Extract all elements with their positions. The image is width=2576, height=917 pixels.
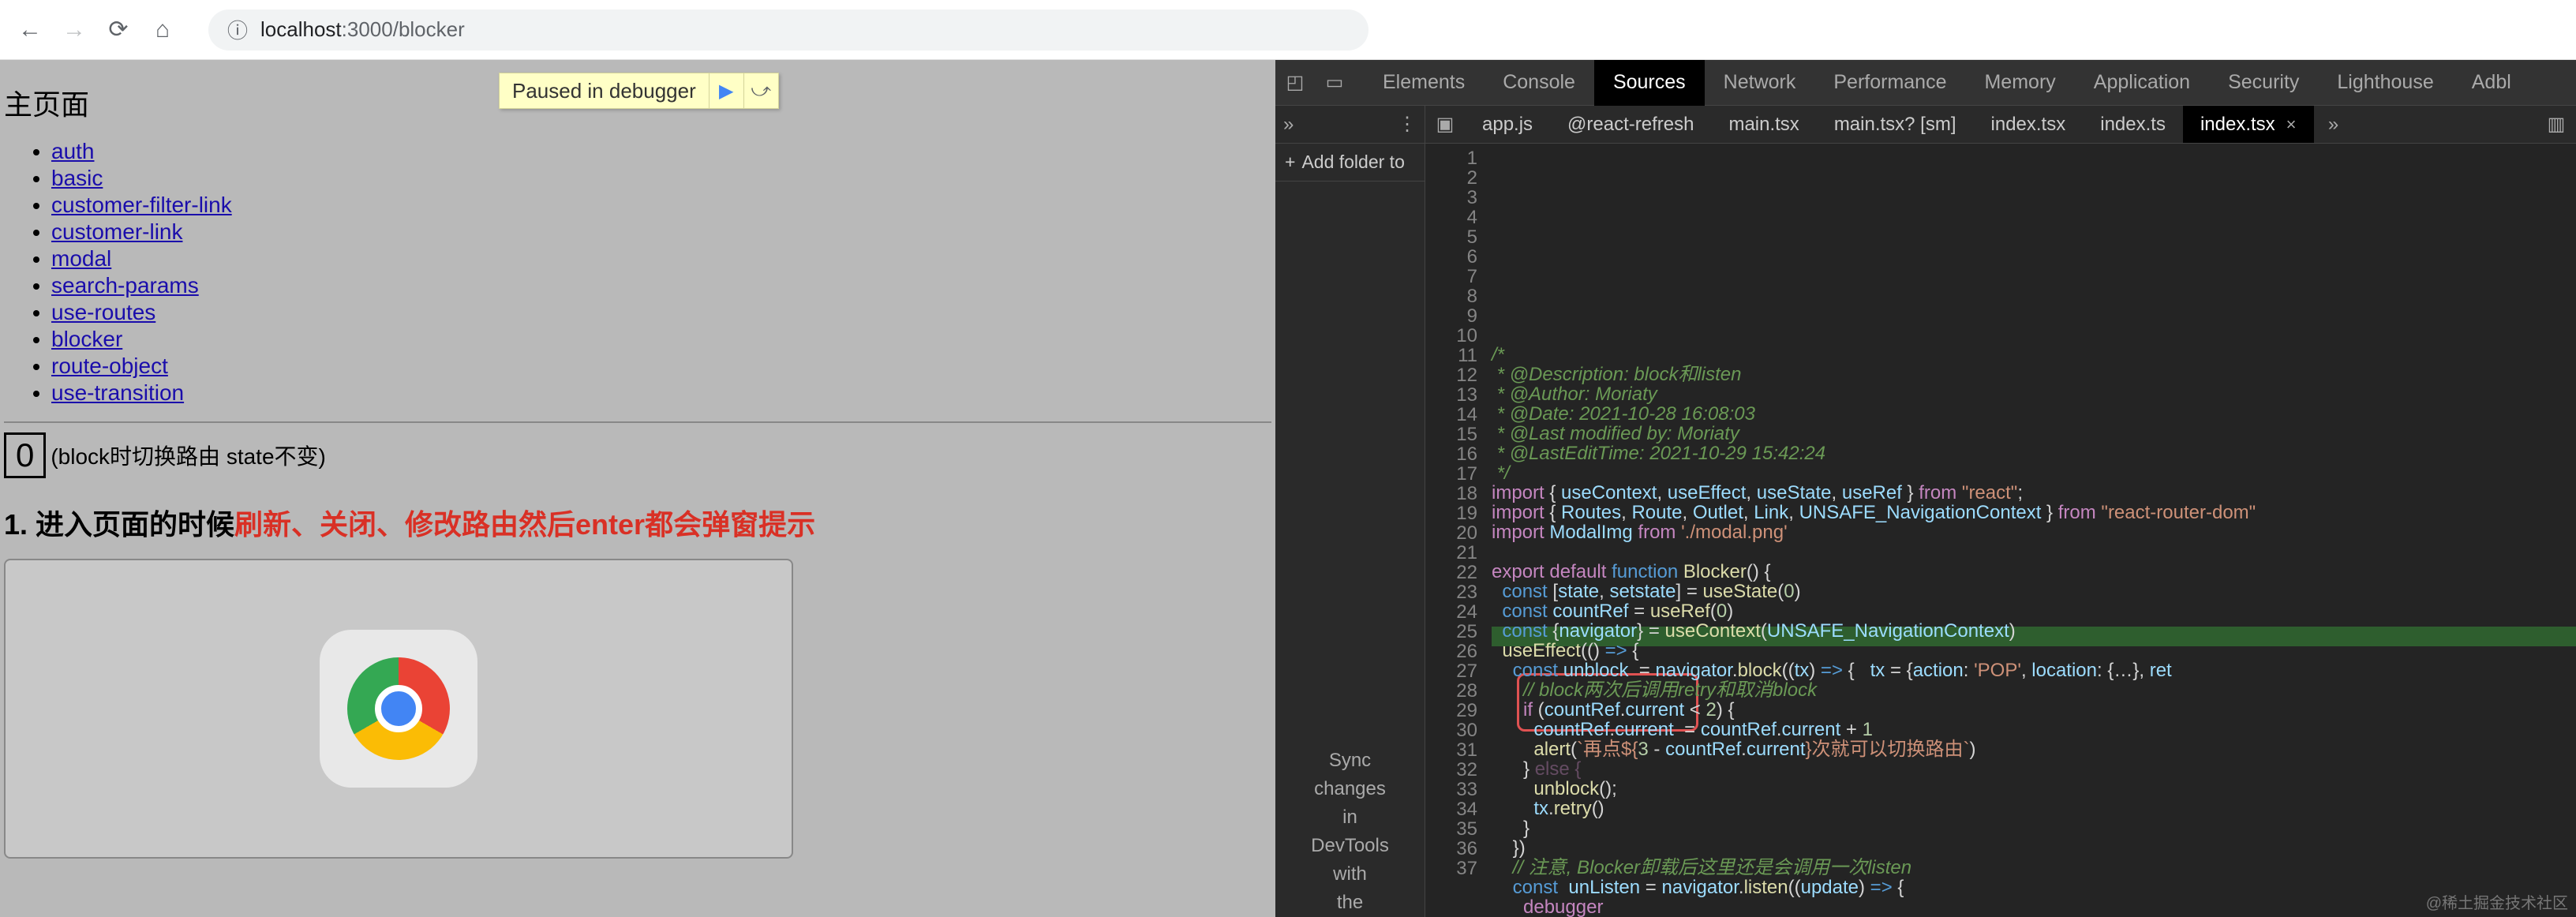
nav-link[interactable]: customer-filter-link [51, 193, 232, 217]
nav-link-item: customer-link [51, 219, 1271, 245]
paused-label: Paused in debugger [500, 79, 709, 103]
more-options-icon[interactable]: ⋮ [1398, 113, 1417, 136]
devtools-tabs: ◰ ▭ ElementsConsoleSourcesNetworkPerform… [1275, 60, 2576, 106]
file-tab[interactable]: main.tsx [1711, 106, 1816, 144]
section-heading-1: 1. 进入页面的时候刷新、关闭、修改路由然后enter都会弹窗提示 [4, 502, 1271, 543]
devtools-tab-performance[interactable]: Performance [1814, 60, 1965, 106]
file-tab[interactable]: @react-refresh [1550, 106, 1711, 144]
close-tab-icon[interactable]: × [2286, 114, 2297, 135]
browser-toolbar: ← → ⟳ ⌂ ⓘ localhost:3000/blocker [0, 0, 2576, 60]
resume-button[interactable]: ▶ [709, 73, 743, 108]
code-editor[interactable]: 1234567891011121314151617181920212223242… [1425, 144, 2576, 917]
nav-link[interactable]: search-params [51, 273, 199, 298]
back-button[interactable]: ← [16, 16, 44, 44]
nav-link-item: auth [51, 139, 1271, 164]
devtools-tab-network[interactable]: Network [1705, 60, 1815, 106]
file-tab[interactable]: index.ts [2083, 106, 2183, 144]
watermark: @稀土掘金技术社区 [2426, 894, 2568, 914]
step-over-button[interactable]: ⤻ [743, 73, 778, 108]
sources-navigator: » ⋮ + Add folder to SyncchangesinDevTool… [1275, 106, 1425, 917]
url-bar[interactable]: ⓘ localhost:3000/blocker [208, 9, 1368, 51]
file-tab[interactable]: index.tsx [1974, 106, 2084, 144]
devtools-tab-memory[interactable]: Memory [1965, 60, 2074, 106]
nav-link-item: customer-filter-link [51, 193, 1271, 218]
url-text: localhost:3000/blocker [260, 17, 465, 42]
add-folder-button[interactable]: + Add folder to [1275, 144, 1425, 182]
devtools-body: » ⋮ + Add folder to SyncchangesinDevTool… [1275, 106, 2576, 917]
line-numbers: 1234567891011121314151617181920212223242… [1425, 144, 1487, 917]
nav-link-list: auth basic customer-filter-linkcustomer-li… [4, 139, 1271, 406]
forward-button[interactable]: → [60, 16, 88, 44]
nav-link-item: modal [51, 246, 1271, 271]
nav-link-item: basic [51, 166, 1271, 191]
nav-link[interactable]: route-object [51, 354, 168, 378]
devtools-tab-lighthouse[interactable]: Lighthouse [2318, 60, 2452, 106]
reload-button[interactable]: ⟳ [104, 16, 133, 44]
divider [4, 421, 1271, 423]
chevron-icon[interactable]: » [1283, 114, 1294, 136]
page-content: Paused in debugger ▶ ⤻ 主页面 authbasiccust… [0, 60, 1275, 917]
nav-link[interactable]: blocker [51, 327, 122, 351]
nav-link[interactable]: basic [51, 166, 103, 190]
nav-link-item: search-params [51, 273, 1271, 298]
devtools-panel: ◰ ▭ ElementsConsoleSourcesNetworkPerform… [1275, 60, 2576, 917]
sources-editor: ▣ app.js@react-refreshmain.tsxmain.tsx? … [1425, 106, 2576, 917]
nav-link-item: use-transition [51, 380, 1271, 406]
nav-link[interactable]: use-transition [51, 380, 184, 405]
nav-link-item: use-routes [51, 300, 1271, 325]
state-note: (block时切换路由 state不变) [51, 440, 326, 471]
nav-link-item: blocker [51, 327, 1271, 352]
state-row: 0 (block时切换路由 state不变) [4, 432, 1271, 478]
sync-changes-message: SyncchangesinDevToolswiththe [1275, 739, 1425, 917]
nav-link[interactable]: auth [51, 139, 95, 163]
devtools-tab-sources[interactable]: Sources [1594, 60, 1705, 106]
devtools-tab-elements[interactable]: Elements [1364, 60, 1484, 106]
nav-link[interactable]: use-routes [51, 300, 155, 324]
devtools-tab-adbl[interactable]: Adbl [2453, 60, 2530, 106]
plus-icon: + [1285, 152, 1295, 173]
nav-link-item: route-object [51, 354, 1271, 379]
info-icon[interactable]: ⓘ [227, 15, 248, 44]
state-button[interactable]: 0 [4, 432, 46, 478]
code-content: /* * @Description: block和listen * @Autho… [1487, 144, 2576, 917]
navigator-toggle-icon[interactable]: ▣ [1425, 113, 1465, 136]
inspect-element-icon[interactable]: ◰ [1275, 63, 1315, 103]
file-tab[interactable]: index.tsx× [2183, 106, 2314, 144]
dock-icon[interactable]: ▥ [2537, 113, 2576, 136]
home-button[interactable]: ⌂ [148, 16, 177, 44]
nav-link[interactable]: modal [51, 246, 111, 271]
chrome-logo-icon [320, 630, 477, 788]
devtools-tab-application[interactable]: Application [2075, 60, 2209, 106]
devtools-tab-security[interactable]: Security [2209, 60, 2318, 106]
file-tab[interactable]: main.tsx? [sm] [1817, 106, 1974, 144]
file-tab[interactable]: app.js [1465, 106, 1550, 144]
file-tabs: ▣ app.js@react-refreshmain.tsxmain.tsx? … [1425, 106, 2576, 144]
main-area: Paused in debugger ▶ ⤻ 主页面 authbasiccust… [0, 60, 2576, 917]
devtools-tab-console[interactable]: Console [1484, 60, 1594, 106]
modal-image-placeholder [4, 559, 793, 859]
paused-in-debugger-banner: Paused in debugger ▶ ⤻ [499, 73, 779, 109]
nav-link[interactable]: customer-link [51, 219, 182, 244]
more-tabs-icon[interactable]: » [2314, 114, 2353, 136]
device-toolbar-icon[interactable]: ▭ [1315, 63, 1354, 103]
